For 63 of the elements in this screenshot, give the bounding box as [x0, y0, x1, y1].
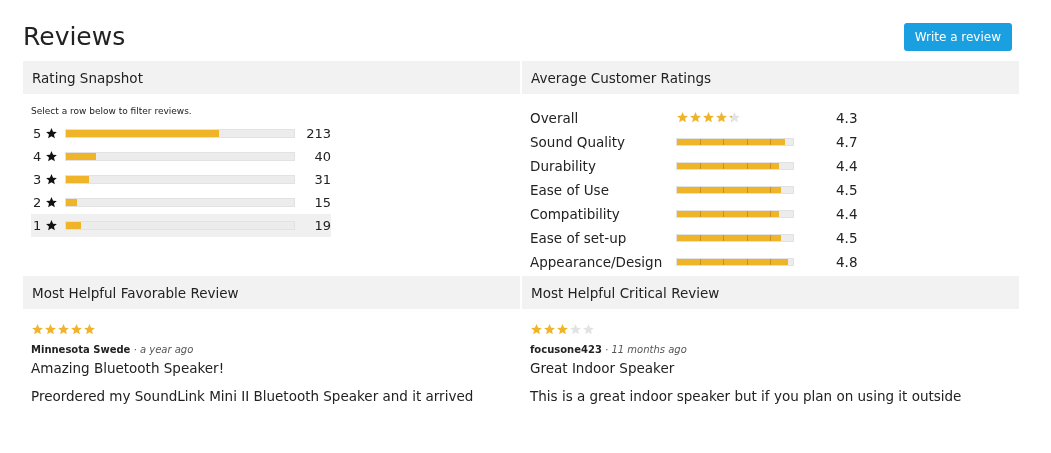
rating-category: Durability	[530, 158, 597, 174]
rating-category: Overall	[530, 110, 580, 126]
rating-value: 4.3	[836, 110, 858, 126]
rating-category: Sound Quality	[530, 134, 627, 150]
star-count-label: 4	[33, 149, 43, 164]
star-icon	[728, 110, 741, 124]
review-count: 213	[305, 126, 331, 141]
review-time: · a year ago	[133, 344, 194, 355]
rating-filter-row[interactable]: 4 40	[31, 145, 331, 168]
rating-category: Compatibility	[530, 206, 621, 222]
star-icon	[715, 110, 728, 124]
star-icon	[44, 323, 57, 336]
rating-category: Ease of set-up	[530, 230, 628, 246]
rating-filter-row[interactable]: 5 213	[31, 122, 331, 145]
rating-category: Ease of Use	[530, 182, 610, 198]
section-header: Average Customer Ratings	[522, 61, 1019, 94]
review-count: 15	[313, 195, 331, 210]
section-header: Most Helpful Favorable Review	[23, 276, 520, 309]
section-header: Most Helpful Critical Review	[522, 276, 1019, 309]
star-icon	[44, 196, 58, 209]
star-icon	[83, 323, 96, 336]
star-count-label: 3	[33, 172, 43, 187]
star-icon	[582, 323, 595, 336]
rating-value: 4.4	[836, 158, 858, 174]
rating-value: 4.5	[836, 182, 858, 198]
star-icon	[676, 110, 689, 124]
review-count: 40	[313, 149, 331, 164]
page-title: Reviews	[23, 22, 126, 51]
review-body: Preordered my SoundLink Mini II Bluetooth Speaker and it arrived	[31, 388, 475, 404]
rating-category: Appearance/Design	[530, 254, 664, 270]
star-count-label: 1	[33, 218, 43, 233]
review-author: focusone423	[530, 344, 602, 355]
rating-filter-row[interactable]: 3 31	[31, 168, 331, 191]
review-title: Great Indoor Speaker	[530, 360, 676, 376]
star-icon	[70, 323, 83, 336]
section-header: Rating Snapshot	[23, 61, 520, 94]
star-icon	[44, 219, 58, 232]
rating-filter-row[interactable]: 2 15	[31, 191, 331, 214]
review-count: 31	[313, 172, 331, 187]
review-title: Amazing Bluetooth Speaker!	[31, 360, 226, 376]
rating-filter-row[interactable]: 1 19	[31, 214, 331, 237]
star-icon	[31, 323, 44, 336]
star-icon	[543, 323, 556, 336]
rating-value: 4.8	[836, 254, 858, 270]
star-icon	[556, 323, 569, 336]
star-icon	[44, 150, 58, 163]
star-icon	[44, 173, 58, 186]
rating-value: 4.4	[836, 206, 858, 222]
rating-value: 4.5	[836, 230, 858, 246]
star-count-label: 2	[33, 195, 43, 210]
rating-value: 4.7	[836, 134, 858, 150]
star-count-label: 5	[33, 126, 43, 141]
review-count: 19	[313, 218, 331, 233]
star-icon	[689, 110, 702, 124]
filter-hint: Select a row below to filter reviews.	[31, 106, 193, 116]
star-icon	[702, 110, 715, 124]
review-time: · 11 months ago	[605, 344, 687, 355]
star-icon	[569, 323, 582, 336]
star-icon	[530, 323, 543, 336]
star-icon	[57, 323, 70, 336]
review-author: Minnesota Swede	[31, 344, 131, 355]
star-icon	[44, 127, 58, 140]
review-body: This is a great indoor speaker but if you plan on using it outside	[530, 388, 963, 404]
